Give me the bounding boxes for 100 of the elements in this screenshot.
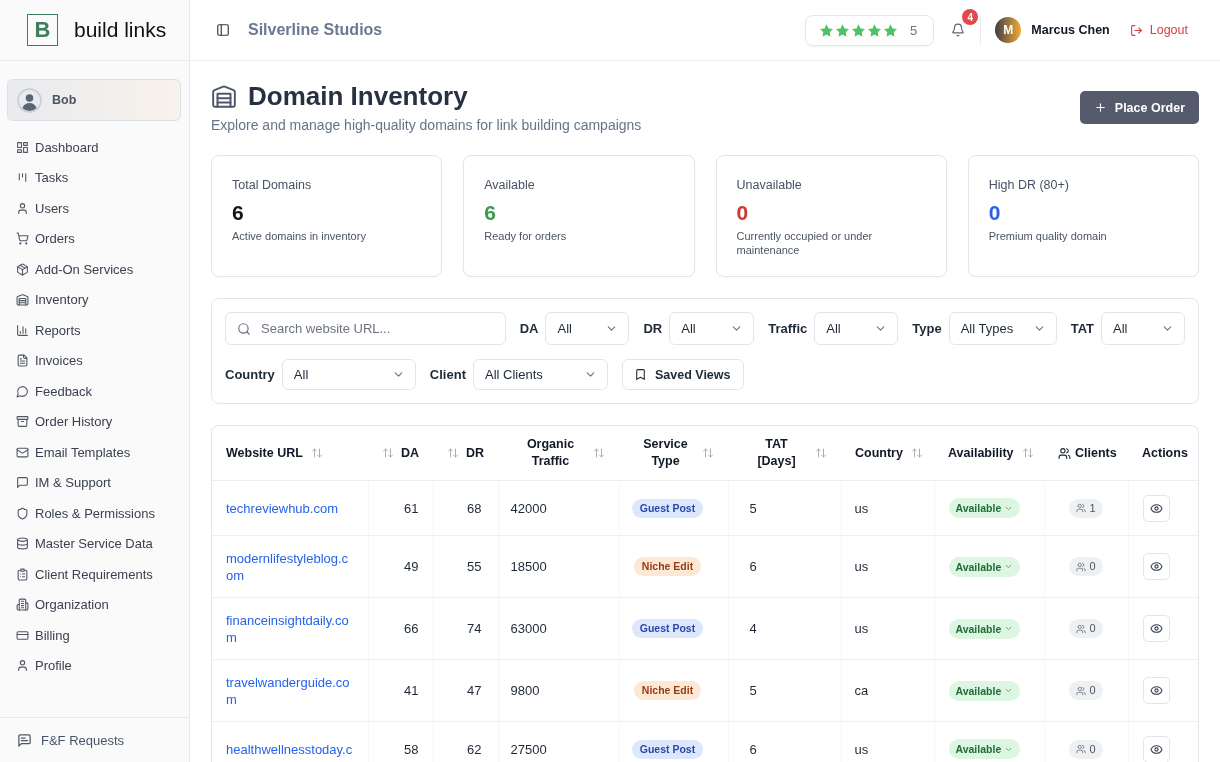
website-link[interactable]: travelwanderguide.com: [226, 673, 354, 708]
table-cell: 55: [433, 535, 498, 598]
column-header[interactable]: DA: [400, 446, 419, 460]
profile-card[interactable]: Bob: [7, 79, 181, 121]
sidebar-item[interactable]: Users: [8, 193, 181, 224]
sidebar-item[interactable]: Roles & Permissions: [8, 498, 181, 529]
users-icon: [1076, 623, 1087, 634]
message-icon: [16, 476, 29, 490]
column-header[interactable]: TAT [Days]: [742, 436, 811, 470]
availability-dropdown[interactable]: Available: [948, 739, 1021, 759]
column-header[interactable]: Country: [855, 446, 903, 460]
clients-badge[interactable]: 1: [1069, 498, 1103, 518]
eye-icon: [1149, 622, 1163, 635]
plus-icon: [1093, 101, 1107, 114]
sort-icon[interactable]: [593, 447, 605, 459]
filter-dropdown[interactable]: All Clients: [472, 359, 608, 390]
star-icon: [836, 23, 850, 37]
sidebar-item[interactable]: Add-On Services: [8, 254, 181, 285]
column-header[interactable]: Website URL: [226, 446, 303, 460]
column-header[interactable]: Availability: [948, 446, 1014, 460]
sort-icon[interactable]: [446, 447, 459, 459]
filter-dropdown[interactable]: All: [281, 359, 416, 390]
sidebar-item[interactable]: Master Service Data: [8, 528, 181, 559]
logout-button[interactable]: Logout: [1129, 23, 1188, 37]
stat-label: High DR (80+): [988, 177, 1070, 193]
view-button[interactable]: [1142, 735, 1170, 762]
table-cell: 9800: [498, 659, 619, 722]
clients-badge[interactable]: 0: [1069, 681, 1103, 700]
search-field[interactable]: Search website URL...: [225, 312, 506, 345]
sidebar-item[interactable]: Feedback: [8, 376, 181, 407]
clients-badge[interactable]: 0: [1069, 739, 1103, 759]
filter-label: DR: [643, 321, 663, 336]
sidebar-item[interactable]: Reports: [8, 315, 181, 346]
filter-label: DA: [519, 321, 539, 336]
availability-dropdown[interactable]: Available: [948, 680, 1021, 701]
column-header[interactable]: DR: [465, 446, 484, 460]
clients-badge[interactable]: 0: [1069, 619, 1103, 638]
view-button[interactable]: [1142, 615, 1170, 642]
user-icon: [16, 201, 29, 215]
sort-icon[interactable]: [815, 447, 827, 459]
filter-dropdown[interactable]: All: [814, 312, 899, 345]
sidebar-item[interactable]: Orders: [8, 223, 181, 254]
sidebar-item[interactable]: F&F Requests: [17, 732, 125, 748]
column-header[interactable]: Organic Traffic: [512, 436, 589, 470]
sidebar-item[interactable]: Order History: [8, 406, 181, 437]
users-icon: [1076, 561, 1087, 572]
sidebar-item[interactable]: Organization: [8, 589, 181, 620]
sort-icon[interactable]: [381, 447, 394, 459]
availability-dropdown[interactable]: Available: [948, 556, 1021, 577]
sidebar-item[interactable]: Profile: [8, 650, 181, 681]
sidebar-item[interactable]: Invoices: [8, 345, 181, 376]
eye-icon: [1149, 501, 1163, 515]
view-button[interactable]: [1142, 677, 1170, 704]
view-button[interactable]: [1142, 494, 1170, 522]
shield-icon: [16, 506, 29, 520]
website-link[interactable]: healthwellnesstoday.c: [226, 740, 353, 758]
table-cell: 4: [728, 597, 841, 660]
place-order-button[interactable]: Place Order: [1079, 91, 1199, 124]
availability-dropdown[interactable]: Available: [948, 618, 1021, 639]
filter-dropdown[interactable]: All Types: [948, 312, 1057, 345]
table-cell: ca: [841, 659, 934, 722]
service-type-tag: Niche Edit: [633, 681, 702, 700]
table-cell: us: [841, 535, 934, 598]
service-type-tag: Niche Edit: [633, 557, 702, 576]
clients-badge[interactable]: 0: [1069, 557, 1103, 576]
availability-dropdown[interactable]: Available: [948, 498, 1021, 518]
filter-dropdown[interactable]: All: [1101, 312, 1185, 345]
sidebar-item[interactable]: Inventory: [8, 284, 181, 315]
package-icon: [16, 262, 29, 276]
sidebar-item[interactable]: Billing: [8, 620, 181, 651]
sidebar-item[interactable]: Email Templates: [8, 437, 181, 468]
table-cell: 66: [368, 597, 433, 660]
user-avatar[interactable]: M: [995, 17, 1022, 43]
user-icon: [16, 659, 29, 673]
logo-mark: B: [27, 14, 58, 46]
column-header[interactable]: Service Type: [633, 436, 698, 470]
message-icon: [17, 732, 32, 748]
sidebar-item[interactable]: IM & Support: [8, 467, 181, 498]
sort-icon[interactable]: [310, 447, 323, 459]
website-link[interactable]: financeinsightdaily.com: [226, 611, 354, 646]
website-link[interactable]: modernlifestyleblog.com: [226, 549, 354, 584]
database-icon: [16, 537, 29, 551]
table-cell: us: [841, 597, 934, 660]
column-header: Actions: [1142, 446, 1188, 460]
filter-dropdown[interactable]: All: [669, 312, 755, 345]
sort-icon[interactable]: [1021, 447, 1034, 459]
table-cell: 68: [433, 480, 498, 536]
column-header: Clients: [1075, 446, 1117, 460]
sidebar-item[interactable]: Tasks: [8, 162, 181, 193]
sidebar-item[interactable]: Client Requirements: [8, 559, 181, 590]
sort-icon[interactable]: [702, 447, 714, 459]
sort-icon[interactable]: [910, 447, 923, 459]
view-button[interactable]: [1142, 553, 1170, 580]
table-cell: 6: [728, 535, 841, 598]
website-link[interactable]: techreviewhub.com: [226, 499, 338, 517]
filter-dropdown[interactable]: All: [545, 312, 630, 345]
saved-views-button[interactable]: Saved Views: [621, 359, 745, 390]
page-title: Domain Inventory: [248, 80, 468, 112]
chevron-down-icon: [1004, 562, 1014, 571]
sidebar-item[interactable]: Dashboard: [8, 132, 181, 163]
